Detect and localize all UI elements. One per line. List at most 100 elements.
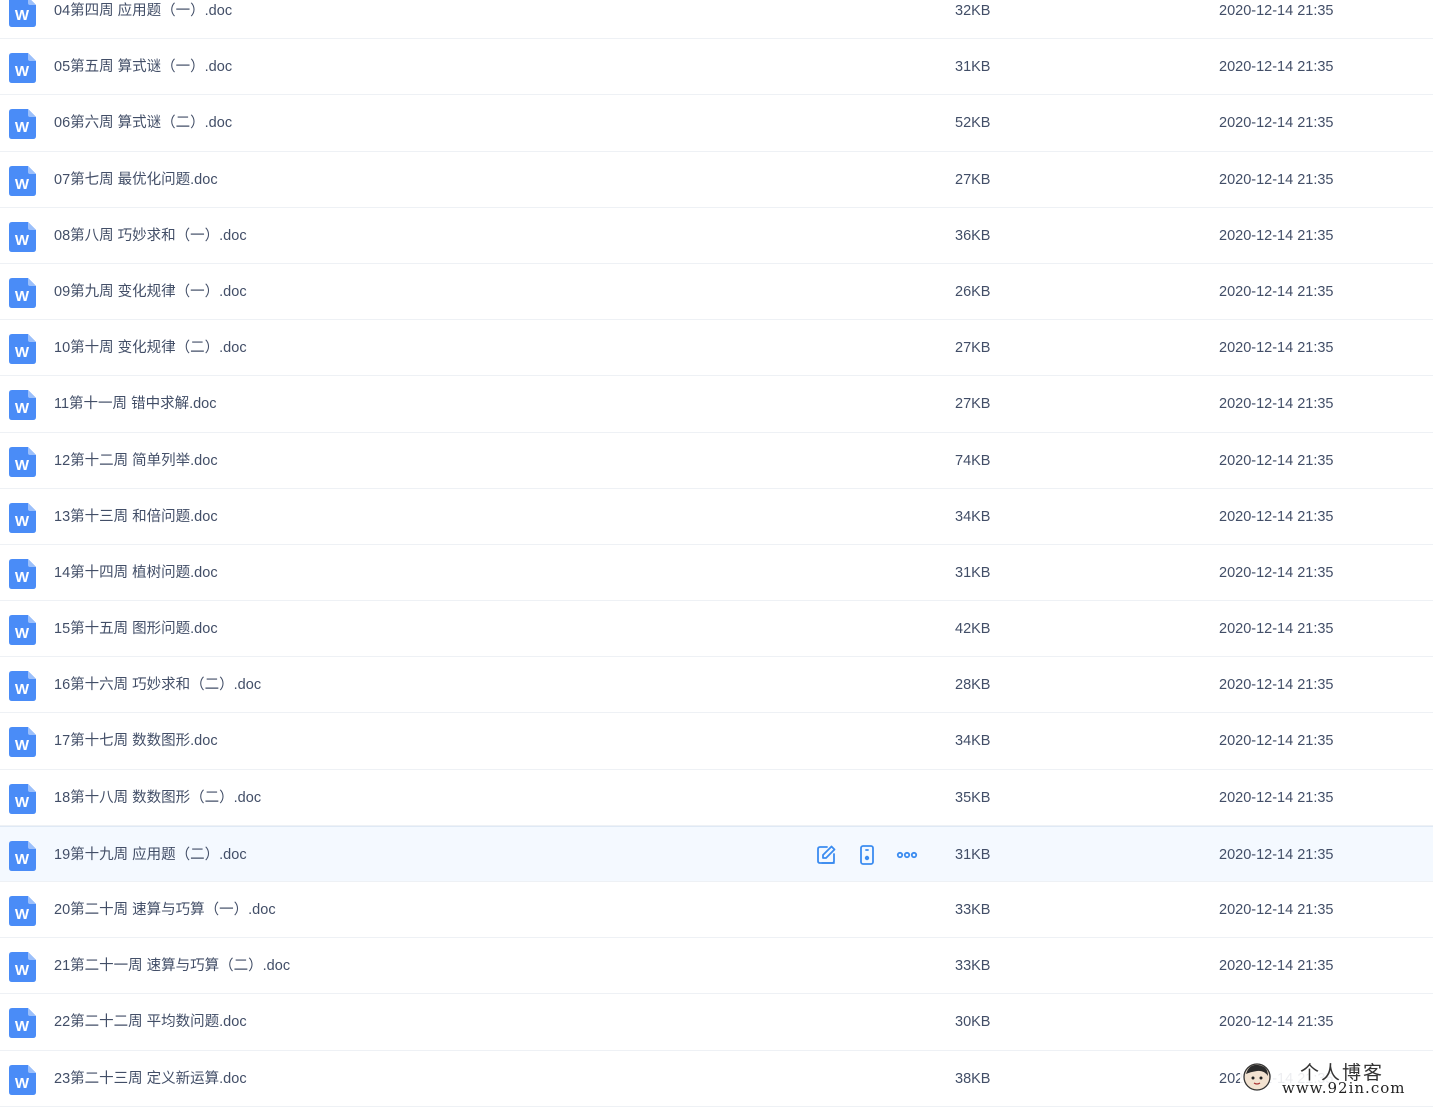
file-modified-date: 2020-12-14 21:35 xyxy=(1219,227,1334,244)
word-doc-icon: W xyxy=(9,165,36,196)
file-row[interactable]: W 06第六周 算式谜（二）.doc 52KB 2020-12-14 21:35 xyxy=(0,95,1433,152)
word-doc-icon: W xyxy=(9,0,36,27)
file-size: 33KB xyxy=(955,958,991,975)
file-row[interactable]: W 12第十二周 简单列举.doc 74KB 2020-12-14 21:35 xyxy=(0,432,1433,489)
file-modified-date: 2020-12-14 21:35 xyxy=(1219,621,1334,638)
file-size: 31KB xyxy=(955,59,991,76)
file-name[interactable]: 13第十三周 和倍问题.doc xyxy=(54,489,218,545)
file-size: 32KB xyxy=(955,3,991,19)
file-row[interactable]: W 21第二十一周 速算与巧算（二）.doc 33KB 2020-12-14 2… xyxy=(0,938,1433,995)
file-name[interactable]: 15第十五周 图形问题.doc xyxy=(54,601,218,657)
file-size: 36KB xyxy=(955,227,991,244)
file-size: 26KB xyxy=(955,283,991,300)
svg-text:W: W xyxy=(15,63,30,80)
file-name[interactable]: 22第二十二周 平均数问题.doc xyxy=(54,994,247,1050)
file-size: 31KB xyxy=(955,564,991,581)
file-row[interactable]: W 15第十五周 图形问题.doc 42KB 2020-12-14 21:35 xyxy=(0,601,1433,658)
file-name[interactable]: 16第十六周 巧妙求和（二）.doc xyxy=(54,657,261,713)
file-row[interactable]: W 13第十三周 和倍问题.doc 34KB 2020-12-14 21:35 xyxy=(0,488,1433,545)
file-modified-date: 2020-12-14 21:35 xyxy=(1219,171,1334,188)
file-name[interactable]: 21第二十一周 速算与巧算（二）.doc xyxy=(54,938,290,994)
file-size: 74KB xyxy=(955,452,991,469)
file-modified-date: 2020-12-14 21:35 xyxy=(1219,283,1334,300)
svg-text:W: W xyxy=(15,400,30,417)
file-size: 52KB xyxy=(955,115,991,132)
file-name[interactable]: 19第十九周 应用题（二）.doc xyxy=(54,827,247,883)
file-row[interactable]: W 17第十七周 数数图形.doc 34KB 2020-12-14 21:35 xyxy=(0,713,1433,770)
watermark: 个人博客 www.92in.com xyxy=(1240,1058,1433,1101)
file-modified-date: 2020-12-14 21:35 xyxy=(1219,59,1334,76)
file-name[interactable]: 10第十周 变化规律（二）.doc xyxy=(54,320,247,376)
word-doc-icon: W xyxy=(9,502,36,533)
svg-text:W: W xyxy=(15,569,30,586)
file-row[interactable]: W 11第十一周 错中求解.doc 27KB 2020-12-14 21:35 xyxy=(0,376,1433,433)
file-size: 31KB xyxy=(955,846,991,863)
file-row[interactable]: W 10第十周 变化规律（二）.doc 27KB 2020-12-14 21:3… xyxy=(0,320,1433,377)
file-modified-date: 2020-12-14 21:35 xyxy=(1219,733,1334,750)
svg-text:W: W xyxy=(15,962,30,979)
file-name[interactable]: 05第五周 算式谜（一）.doc xyxy=(54,39,232,95)
svg-text:W: W xyxy=(15,1075,30,1092)
word-doc-icon: W xyxy=(9,783,36,814)
file-name[interactable]: 12第十二周 简单列举.doc xyxy=(54,433,218,489)
file-modified-date: 2020-12-14 21:35 xyxy=(1219,958,1334,975)
file-row[interactable]: W 04第四周 应用题（一）.doc 32KB 2020-12-14 21:35 xyxy=(0,0,1433,40)
svg-text:W: W xyxy=(15,794,30,811)
file-modified-date: 2020-12-14 21:35 xyxy=(1219,3,1334,19)
file-name[interactable]: 08第八周 巧妙求和（一）.doc xyxy=(54,208,247,264)
file-row[interactable]: W 23第二十三周 定义新运算.doc 38KB xyxy=(0,1050,1433,1107)
file-modified-date: 2020-12-14 21:35 xyxy=(1219,396,1334,413)
file-row[interactable]: W 22第二十二周 平均数问题.doc 30KB 2020-12-14 21:3… xyxy=(0,994,1433,1051)
file-row[interactable]: W 14第十四周 植树问题.doc 31KB 2020-12-14 21:35 xyxy=(0,544,1433,602)
svg-text:W: W xyxy=(15,176,30,193)
file-row[interactable]: W 18第十八周 数数图形（二）.doc 35KB 2020-12-14 21:… xyxy=(0,769,1433,826)
file-size: 27KB xyxy=(955,396,991,413)
word-doc-icon: W xyxy=(9,840,36,871)
svg-text:W: W xyxy=(15,851,30,868)
file-name[interactable]: 14第十四周 植树问题.doc xyxy=(54,545,218,601)
file-size: 34KB xyxy=(955,508,991,525)
file-size: 30KB xyxy=(955,1014,991,1031)
file-name[interactable]: 23第二十三周 定义新运算.doc xyxy=(54,1051,247,1107)
file-row[interactable]: W 08第八周 巧妙求和（一）.doc 36KB 2020-12-14 21:3… xyxy=(0,207,1433,264)
file-name[interactable]: 17第十七周 数数图形.doc xyxy=(54,713,218,769)
word-doc-icon: W xyxy=(9,1064,36,1095)
file-size: 27KB xyxy=(955,340,991,357)
file-row[interactable]: W 09第九周 变化规律（一）.doc 26KB 2020-12-14 21:3… xyxy=(0,263,1433,321)
file-name[interactable]: 11第十一周 错中求解.doc xyxy=(54,376,217,432)
svg-text:W: W xyxy=(15,737,30,754)
phone-icon[interactable] xyxy=(855,843,879,867)
file-name[interactable]: 20第二十周 速算与巧算（一）.doc xyxy=(54,882,276,938)
avatar-icon xyxy=(1243,1063,1271,1091)
file-name[interactable]: 18第十八周 数数图形（二）.doc xyxy=(54,770,261,826)
svg-text:W: W xyxy=(15,681,30,698)
file-row[interactable]: W 07第七周 最优化问题.doc 27KB 2020-12-14 21:35 xyxy=(0,151,1433,208)
watermark-url: www.92in.com xyxy=(1282,1079,1406,1097)
file-name[interactable]: 07第七周 最优化问题.doc xyxy=(54,152,218,208)
word-doc-icon: W xyxy=(9,952,36,983)
file-list: W 04第四周 应用题（一）.doc 32KB 2020-12-14 21:35… xyxy=(0,0,1433,1107)
file-name[interactable]: 09第九周 变化规律（一）.doc xyxy=(54,264,247,320)
file-name[interactable]: 06第六周 算式谜（二）.doc xyxy=(54,95,232,151)
file-size: 38KB xyxy=(955,1070,991,1087)
file-row[interactable]: W 19第十九周 应用题（二）.doc 31KB 2020-12-14 21:3… xyxy=(0,825,1433,883)
file-modified-date: 2020-12-14 21:35 xyxy=(1219,340,1334,357)
svg-text:W: W xyxy=(15,119,30,136)
word-doc-icon: W xyxy=(9,109,36,140)
more-icon[interactable] xyxy=(895,843,919,867)
file-modified-date: 2020-12-14 21:35 xyxy=(1219,846,1334,863)
file-row[interactable]: W 05第五周 算式谜（一）.doc 31KB 2020-12-14 21:35 xyxy=(0,39,1433,96)
file-row[interactable]: W 16第十六周 巧妙求和（二）.doc 28KB 2020-12-14 21:… xyxy=(0,657,1433,714)
file-size: 33KB xyxy=(955,902,991,918)
svg-text:W: W xyxy=(15,288,30,305)
svg-text:W: W xyxy=(15,625,30,642)
edit-icon[interactable] xyxy=(814,843,838,867)
word-doc-icon: W xyxy=(9,558,36,589)
file-name[interactable]: 04第四周 应用题（一）.doc xyxy=(54,0,232,39)
file-size: 28KB xyxy=(955,677,991,694)
word-doc-icon: W xyxy=(9,615,36,646)
file-modified-date: 2020-12-14 21:35 xyxy=(1219,789,1334,806)
file-row[interactable]: W 20第二十周 速算与巧算（一）.doc 33KB 2020-12-14 21… xyxy=(0,882,1433,939)
word-doc-icon: W xyxy=(9,277,36,308)
file-modified-date: 2020-12-14 21:35 xyxy=(1219,508,1334,525)
